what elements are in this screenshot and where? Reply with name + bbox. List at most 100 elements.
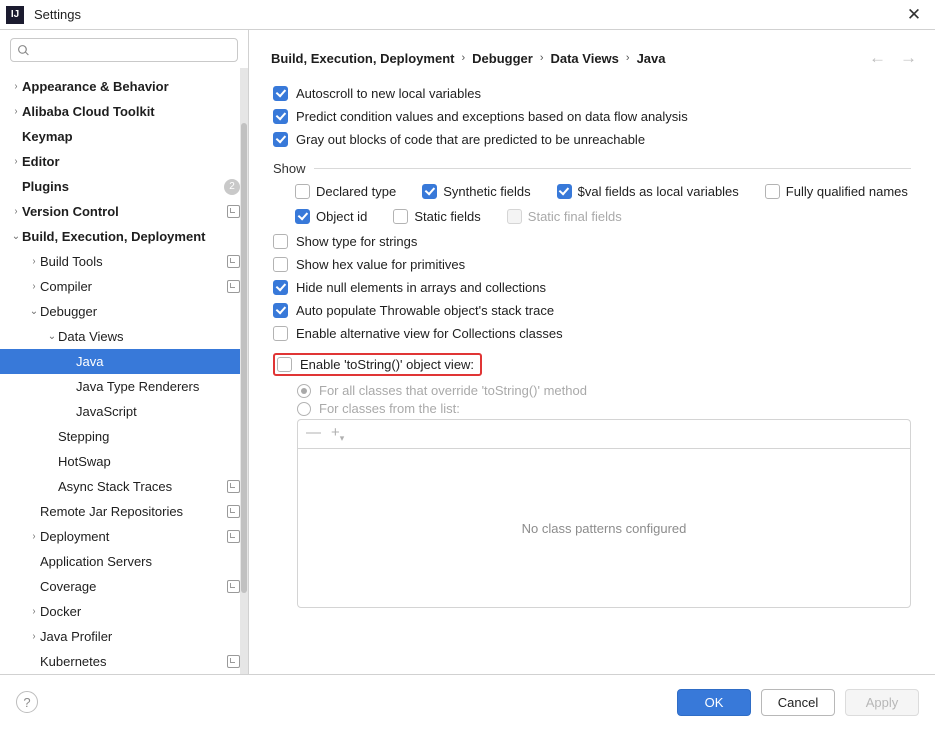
ok-button[interactable]: OK: [677, 689, 751, 716]
show-1-checkbox[interactable]: [422, 184, 437, 199]
chevron-right-icon: ›: [11, 156, 22, 167]
opt-top-1-checkbox[interactable]: [273, 109, 288, 124]
chevron-right-icon: ›: [29, 281, 40, 292]
chevron-right-icon: ›: [29, 256, 40, 267]
tree-item-compiler[interactable]: ›Compiler: [0, 274, 248, 299]
tree-item-stepping[interactable]: Stepping: [0, 424, 248, 449]
app-icon: IJ: [6, 6, 24, 24]
opt-mid-1[interactable]: Show hex value for primitives: [273, 257, 911, 272]
tree-item-kubernetes[interactable]: Kubernetes: [0, 649, 248, 674]
chevron-right-icon: ›: [11, 106, 22, 117]
nav-back-icon[interactable]: ←: [869, 48, 886, 68]
dialog-footer: ? OK Cancel Apply: [0, 674, 935, 729]
tree-item-javascript[interactable]: JavaScript: [0, 399, 248, 424]
chevron-down-icon: ⌄: [28, 306, 40, 317]
chevron-right-icon: ›: [29, 631, 40, 642]
chevron-down-icon: ⌄: [46, 331, 58, 342]
show-0-checkbox[interactable]: [295, 184, 310, 199]
opt-mid-0-checkbox[interactable]: [273, 234, 288, 249]
opt-top-0[interactable]: Autoscroll to new local variables: [273, 86, 911, 101]
apply-button: Apply: [845, 689, 919, 716]
tree-item-appearance-behavior[interactable]: ›Appearance & Behavior: [0, 74, 248, 99]
chevron-down-icon: ⌄: [10, 231, 22, 242]
tree-item-version-control[interactable]: ›Version Control: [0, 199, 248, 224]
project-scope-icon: [227, 505, 240, 518]
show-3[interactable]: Fully qualified names: [765, 184, 908, 199]
show-3-checkbox[interactable]: [765, 184, 780, 199]
opt-top-2-checkbox[interactable]: [273, 132, 288, 147]
tree-item-data-views[interactable]: ⌄Data Views: [0, 324, 248, 349]
tree-item-editor[interactable]: ›Editor: [0, 149, 248, 174]
tree-item-hotswap[interactable]: HotSwap: [0, 449, 248, 474]
chevron-right-icon: ›: [29, 606, 40, 617]
chevron-right-icon: ›: [29, 531, 40, 542]
tree-item-plugins[interactable]: Plugins2: [0, 174, 248, 199]
help-button[interactable]: ?: [16, 691, 38, 713]
opt-mid-0[interactable]: Show type for strings: [273, 234, 911, 249]
enable-tostring-checkbox[interactable]: [277, 357, 292, 372]
plugins-count-badge: 2: [224, 179, 240, 195]
tree-item-docker[interactable]: ›Docker: [0, 599, 248, 624]
search-input[interactable]: [10, 38, 238, 62]
opt-mid-3-checkbox[interactable]: [273, 303, 288, 318]
tree-item-coverage[interactable]: Coverage: [0, 574, 248, 599]
add-icon[interactable]: +▾: [331, 424, 344, 444]
tree-item-build-execution-deployment[interactable]: ⌄Build, Execution, Deployment: [0, 224, 248, 249]
show-0[interactable]: Declared type: [295, 184, 396, 199]
opt-top-0-checkbox[interactable]: [273, 86, 288, 101]
project-scope-icon: [227, 580, 240, 593]
opt-mid-4[interactable]: Enable alternative view for Collections …: [273, 326, 911, 341]
tostring-radio-list[interactable]: [297, 402, 311, 416]
project-scope-icon: [227, 255, 240, 268]
breadcrumb: Build, Execution, Deployment› Debugger› …: [249, 30, 935, 74]
tree-item-java-profiler[interactable]: ›Java Profiler: [0, 624, 248, 649]
tree-item-async-stack-traces[interactable]: Async Stack Traces: [0, 474, 248, 499]
show-2-checkbox[interactable]: [557, 184, 572, 199]
nav-forward-icon[interactable]: →: [900, 48, 917, 68]
tree-item-keymap[interactable]: Keymap: [0, 124, 248, 149]
class-pattern-list[interactable]: No class patterns configured: [297, 448, 911, 608]
tostring-radio-all[interactable]: [297, 384, 311, 398]
project-scope-icon: [227, 280, 240, 293]
remove-icon[interactable]: —: [306, 424, 321, 444]
class-list-toolbar: — +▾: [297, 419, 911, 448]
project-scope-icon: [227, 480, 240, 493]
show2-2: Static final fields: [507, 209, 622, 224]
close-icon[interactable]: ✕: [903, 5, 925, 25]
opt-mid-4-checkbox[interactable]: [273, 326, 288, 341]
show-group-title: Show: [273, 161, 306, 176]
settings-tree: ›Appearance & Behavior›Alibaba Cloud Too…: [0, 70, 248, 674]
project-scope-icon: [227, 655, 240, 668]
opt-top-1[interactable]: Predict condition values and exceptions …: [273, 109, 911, 124]
cancel-button[interactable]: Cancel: [761, 689, 835, 716]
tree-item-remote-jar-repositories[interactable]: Remote Jar Repositories: [0, 499, 248, 524]
opt-mid-3[interactable]: Auto populate Throwable object's stack t…: [273, 303, 911, 318]
show-1[interactable]: Synthetic fields: [422, 184, 530, 199]
tree-item-java[interactable]: Java: [0, 349, 248, 374]
tree-item-build-tools[interactable]: ›Build Tools: [0, 249, 248, 274]
show2-1-checkbox[interactable]: [393, 209, 408, 224]
tree-item-deployment[interactable]: ›Deployment: [0, 524, 248, 549]
settings-sidebar: ›Appearance & Behavior›Alibaba Cloud Too…: [0, 30, 249, 674]
show2-0-checkbox[interactable]: [295, 209, 310, 224]
tree-item-debugger[interactable]: ⌄Debugger: [0, 299, 248, 324]
tree-item-alibaba-cloud-toolkit[interactable]: ›Alibaba Cloud Toolkit: [0, 99, 248, 124]
opt-top-2[interactable]: Gray out blocks of code that are predict…: [273, 132, 911, 147]
enable-tostring-label: Enable 'toString()' object view:: [300, 357, 474, 372]
tree-item-java-type-renderers[interactable]: Java Type Renderers: [0, 374, 248, 399]
opt-mid-2[interactable]: Hide null elements in arrays and collect…: [273, 280, 911, 295]
settings-content: Autoscroll to new local variables Predict…: [249, 74, 935, 674]
opt-mid-1-checkbox[interactable]: [273, 257, 288, 272]
show-2[interactable]: $val fields as local variables: [557, 184, 739, 199]
project-scope-icon: [227, 205, 240, 218]
chevron-right-icon: ›: [11, 81, 22, 92]
search-icon: [17, 44, 30, 57]
chevron-right-icon: ›: [11, 206, 22, 217]
opt-mid-2-checkbox[interactable]: [273, 280, 288, 295]
tree-item-application-servers[interactable]: Application Servers: [0, 549, 248, 574]
enable-tostring-highlight: Enable 'toString()' object view:: [273, 353, 482, 376]
scrollbar[interactable]: [240, 68, 248, 674]
show2-1[interactable]: Static fields: [393, 209, 480, 224]
show2-0[interactable]: Object id: [295, 209, 367, 224]
titlebar: IJ Settings ✕: [0, 0, 935, 30]
